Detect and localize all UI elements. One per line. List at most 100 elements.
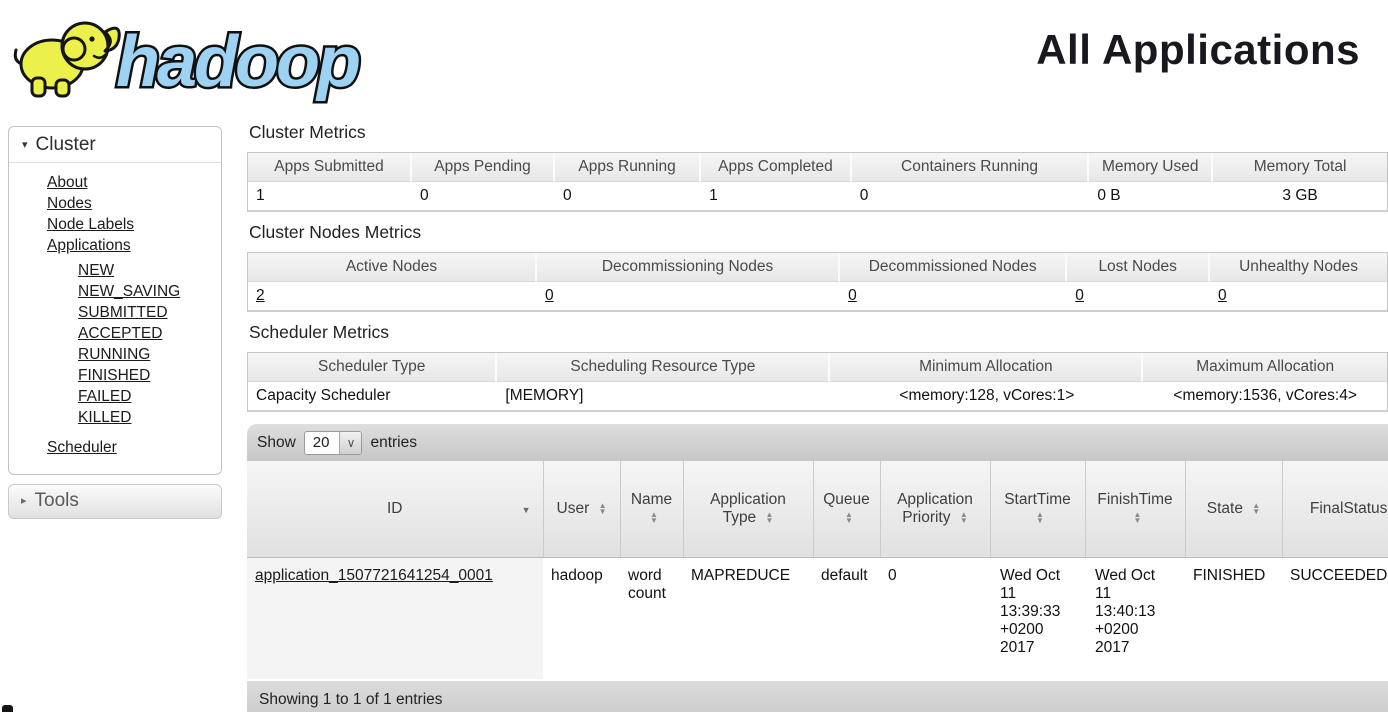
col-scheduler-type: Scheduler Type [248, 353, 497, 382]
application-id-link[interactable]: application_1507721641254_0001 [255, 567, 493, 584]
header-starttime[interactable]: StartTime ▲▼ [990, 461, 1085, 557]
scheduler-type-value: Capacity Scheduler [248, 382, 497, 412]
footer-logo-fragment [2, 705, 13, 712]
minimum-allocation-value: <memory:128, vCores:1> [830, 382, 1143, 412]
lost-nodes-link[interactable]: 0 [1075, 287, 1084, 304]
header-user-label: User [557, 500, 590, 517]
col-lost-nodes: Lost Nodes [1067, 253, 1210, 282]
sidebar-item-about[interactable]: About [47, 174, 88, 191]
application-finalstatus-cell: SUCCEEDED [1282, 557, 1388, 679]
sidebar-item-applications[interactable]: Applications [47, 237, 131, 254]
sidebar-item-failed[interactable]: FAILED [78, 388, 131, 405]
col-containers-running: Containers Running [852, 153, 1090, 182]
page-title: All Applications [1036, 26, 1360, 74]
col-memory-total: Memory Total [1213, 153, 1387, 182]
sidebar-item-scheduler[interactable]: Scheduler [47, 439, 117, 456]
cluster-metrics-heading: Cluster Metrics [249, 122, 1388, 143]
chevron-right-icon: ▸ [21, 495, 27, 507]
header-finalstatus-label: FinalStatus [1310, 500, 1388, 517]
decommissioned-nodes-link[interactable]: 0 [848, 287, 857, 304]
scheduling-resource-type-value: [MEMORY] [497, 382, 830, 412]
maximum-allocation-value: <memory:1536, vCores:4> [1143, 382, 1387, 412]
sidebar-item-running[interactable]: RUNNING [78, 346, 150, 363]
unhealthy-nodes-link[interactable]: 0 [1218, 287, 1227, 304]
col-active-nodes: Active Nodes [248, 253, 537, 282]
header-state[interactable]: State ▲▼ [1185, 461, 1282, 557]
sidebar-item-finished[interactable]: FINISHED [78, 367, 150, 384]
sort-both-icon: ▲▼ [766, 512, 774, 523]
sidebar-item-killed[interactable]: KILLED [78, 409, 131, 426]
col-apps-submitted: Apps Submitted [248, 153, 412, 182]
application-state-cell: FINISHED [1185, 557, 1282, 679]
header-application-priority[interactable]: Application Priority ▲▼ [880, 461, 990, 557]
col-memory-used: Memory Used [1089, 153, 1213, 182]
applications-header-row: ID▼ User ▲▼ Name ▲▼ Application Type ▲▼ … [247, 461, 1388, 557]
header-name[interactable]: Name ▲▼ [620, 461, 683, 557]
memory-total-value: 3 GB [1213, 182, 1387, 212]
header-queue-label: Queue [823, 491, 870, 508]
select-dropdown-icon: ∨ [339, 432, 361, 454]
col-scheduling-resource-type: Scheduling Resource Type [497, 353, 830, 382]
sort-both-icon: ▲▼ [960, 512, 968, 523]
header-queue[interactable]: Queue ▲▼ [813, 461, 880, 557]
cluster-nav-panel: ▾ Cluster About Nodes Node Labels Applica… [8, 126, 222, 475]
cluster-metrics-table: Apps Submitted Apps Pending Apps Running… [247, 152, 1388, 212]
application-row: application_1507721641254_0001 hadoop wo… [247, 557, 1388, 679]
table-length-bar: Show 20 ∨ entries [247, 424, 1388, 461]
application-priority-cell: 0 [880, 557, 990, 679]
main-content: Cluster Metrics Apps Submitted Apps Pend… [247, 120, 1388, 712]
header-application-type[interactable]: Application Type ▲▼ [683, 461, 813, 557]
sidebar-item-submitted[interactable]: SUBMITTED [78, 304, 168, 321]
application-id-cell: application_1507721641254_0001 [247, 557, 543, 679]
header-starttime-label: StartTime [1004, 491, 1071, 508]
application-user-cell: hadoop [543, 557, 620, 679]
sort-both-icon: ▲▼ [650, 512, 658, 523]
sort-both-icon: ▲▼ [1252, 503, 1260, 514]
sidebar-item-nodes[interactable]: Nodes [47, 195, 92, 212]
cluster-section-label: Cluster [36, 134, 96, 155]
col-apps-pending: Apps Pending [412, 153, 555, 182]
header-application-type-label: Application Type [710, 491, 786, 526]
page-size-select[interactable]: 20 ∨ [304, 431, 363, 455]
cluster-metrics-value-row: 1 0 0 1 0 0 B 3 GB [248, 182, 1387, 212]
sort-both-icon: ▲▼ [599, 503, 607, 514]
logo-wordmark: hadoop [116, 22, 359, 102]
header-finalstatus[interactable]: FinalStatus ▲▼ [1282, 461, 1388, 557]
applications-table: ID▼ User ▲▼ Name ▲▼ Application Type ▲▼ … [247, 461, 1388, 679]
cluster-links: About Nodes Node Labels Applications [9, 172, 221, 256]
cluster-nodes-metrics-heading: Cluster Nodes Metrics [249, 222, 1388, 243]
scheduler-metrics-heading: Scheduler Metrics [249, 322, 1388, 343]
scheduler-metrics-value-row: Capacity Scheduler [MEMORY] <memory:128,… [248, 382, 1387, 412]
apps-pending-value: 0 [412, 182, 555, 212]
header-id[interactable]: ID▼ [247, 461, 543, 557]
sidebar-item-accepted[interactable]: ACCEPTED [78, 325, 162, 342]
apps-running-value: 0 [555, 182, 701, 212]
active-nodes-link[interactable]: 2 [256, 287, 265, 304]
sidebar-item-node-labels[interactable]: Node Labels [47, 216, 134, 233]
application-state-links: NEW NEW_SAVING SUBMITTED ACCEPTED RUNNIN… [9, 260, 221, 428]
col-apps-completed: Apps Completed [701, 153, 852, 182]
chevron-down-icon: ▾ [22, 139, 28, 151]
header-user[interactable]: User ▲▼ [543, 461, 620, 557]
tools-section-label: Tools [35, 490, 79, 511]
cluster-section-header[interactable]: ▾ Cluster [9, 127, 221, 163]
nodes-metrics-header-row: Active Nodes Decommissioning Nodes Decom… [248, 253, 1387, 282]
header-finishtime[interactable]: FinishTime ▲▼ [1085, 461, 1185, 557]
decommissioning-nodes-link[interactable]: 0 [545, 287, 554, 304]
table-info-bar: Showing 1 to 1 of 1 entries [247, 681, 1388, 712]
tools-section-header[interactable]: ▸ Tools [8, 484, 222, 519]
application-starttime-cell: Wed Oct 11 13:39:33 +0200 2017 [990, 557, 1085, 679]
col-minimum-allocation: Minimum Allocation [830, 353, 1143, 382]
col-decommissioning-nodes: Decommissioning Nodes [537, 253, 840, 282]
col-decommissioned-nodes: Decommissioned Nodes [840, 253, 1067, 282]
apps-submitted-value: 1 [248, 182, 412, 212]
sidebar-item-new[interactable]: NEW [78, 262, 114, 279]
containers-running-value: 0 [852, 182, 1090, 212]
sort-both-icon: ▲▼ [1036, 512, 1044, 523]
sidebar: ▾ Cluster About Nodes Node Labels Applica… [8, 126, 222, 519]
application-queue-cell: default [813, 557, 880, 679]
entries-label: entries [370, 434, 417, 452]
sidebar-item-new-saving[interactable]: NEW_SAVING [78, 283, 180, 300]
apps-completed-value: 1 [701, 182, 852, 212]
scheduler-metrics-header-row: Scheduler Type Scheduling Resource Type … [248, 353, 1387, 382]
